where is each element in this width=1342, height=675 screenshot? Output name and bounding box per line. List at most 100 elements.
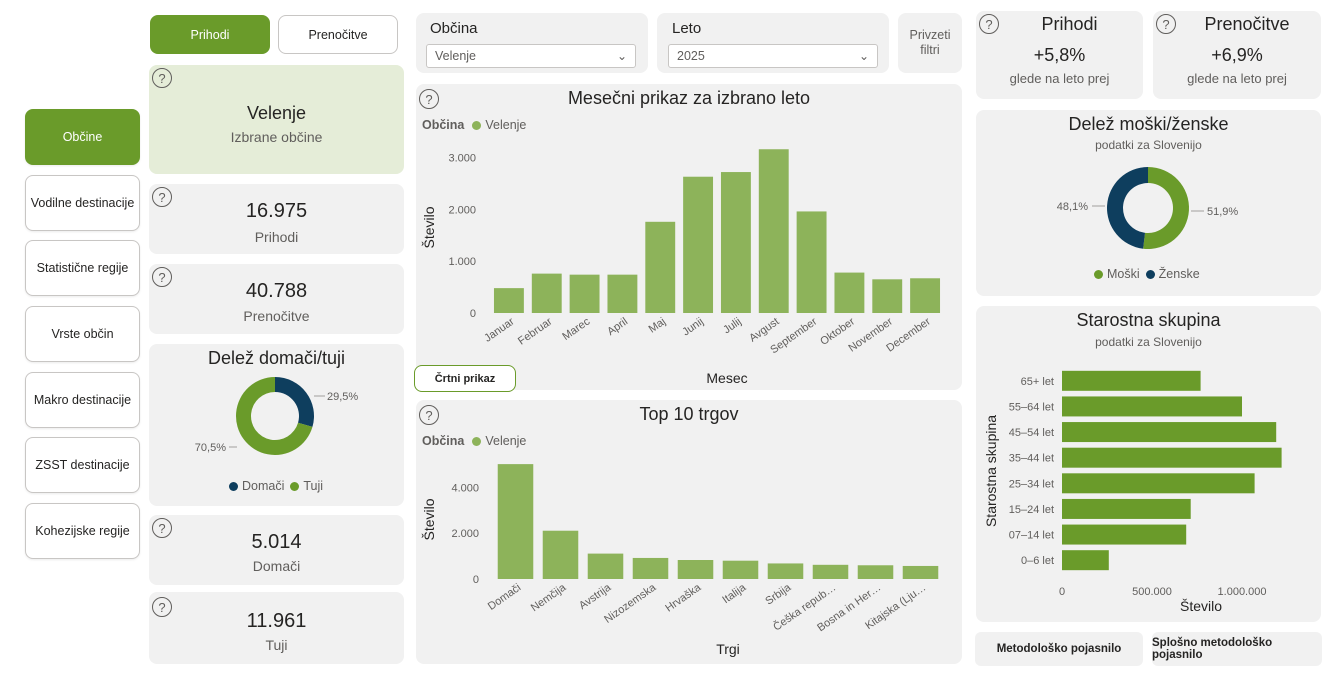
x-tick-label: Domači (486, 582, 523, 613)
bar[interactable] (1062, 447, 1282, 468)
kpi-prihodi-value: 16.975 (245, 200, 308, 222)
y-tick-label: 65+ let (1021, 376, 1054, 388)
y-axis-label: Starostna skupina (983, 415, 999, 527)
bar[interactable] (497, 464, 534, 579)
kpi-prihodi-label: Prihodi (254, 229, 299, 245)
y-tick-label: 3.000 (448, 153, 476, 165)
bar[interactable] (1062, 473, 1255, 494)
y-tick-label: 0 (470, 308, 476, 320)
filter-obcina-select[interactable]: Velenje ⌄ (426, 44, 636, 68)
legend-label-moski: Moški (1107, 267, 1140, 281)
bar[interactable] (493, 288, 524, 313)
bar[interactable] (910, 278, 941, 313)
bar[interactable] (677, 560, 714, 579)
y-axis-label: Število (421, 206, 437, 248)
change-prenocitve-caption: glede na leto prej (1187, 71, 1287, 86)
y-tick-label: 1.000 (448, 256, 476, 268)
kpi-tuji-card: ? 11.961 Tuji (149, 592, 404, 664)
sidebar-item-1[interactable]: Občine (25, 109, 140, 165)
bar[interactable] (767, 563, 804, 579)
kpi-prenocitve-card: ? 40.788 Prenočitve (149, 264, 404, 334)
sidebar-item-6[interactable]: ZSST destinacije (25, 437, 140, 493)
sidebar-item-label: Kohezijske regije (35, 524, 130, 538)
help-icon[interactable]: ? (152, 68, 172, 88)
gender-share-card: Delež moški/ženske podatki za Slovenijo … (976, 110, 1321, 296)
bar[interactable] (1062, 370, 1201, 391)
reset-filters-label-2: filtri (920, 43, 940, 57)
monthly-chart-card: ? Mesečni prikaz za izbrano leto Občina … (416, 84, 962, 390)
y-tick-label: 07–14 let (1009, 530, 1054, 542)
x-tick-label: Nemčija (529, 581, 569, 614)
change-prenocitve-card: ? Prenočitve +6,9% glede na leto prej (1153, 11, 1321, 99)
general-methodology-button[interactable]: Splošno metodološko pojasnilo (1152, 632, 1322, 666)
change-prihodi-title: Prihodi (1041, 14, 1098, 34)
sidebar-item-2[interactable]: Vodilne destinacije (25, 175, 140, 231)
bar[interactable] (1062, 498, 1191, 519)
line-view-toggle-button[interactable]: Črtni prikaz (414, 365, 516, 392)
x-tick-label: Avstrija (577, 581, 614, 612)
bar[interactable] (720, 172, 751, 313)
y-tick-label: 15–24 let (1009, 504, 1054, 516)
bar[interactable] (587, 553, 624, 579)
legend-swatch-tuji (290, 481, 300, 491)
kpi-prihodi-card: ? 16.975 Prihodi (149, 184, 404, 254)
sidebar-item-label: Vrste občin (51, 327, 114, 341)
toggle-prenocitve-button[interactable]: Prenočitve (278, 15, 398, 54)
domestic-foreign-legend: Domači Tuji (229, 479, 323, 493)
bar[interactable] (531, 273, 562, 313)
y-tick-label: 4.000 (451, 482, 479, 494)
x-axis-label: Mesec (706, 370, 747, 386)
reset-filters-button[interactable]: Privzeti filtri (898, 13, 962, 73)
legend-label-tuji: Tuji (303, 479, 324, 493)
donut-slice[interactable] (275, 377, 314, 427)
filter-obcina-card: Občina Velenje ⌄ (416, 13, 648, 73)
bar[interactable] (683, 176, 714, 313)
bar[interactable] (1062, 550, 1109, 571)
y-tick-label: 55–64 let (1009, 401, 1054, 413)
kpi-prenocitve-value: 40.788 (245, 280, 308, 302)
bar[interactable] (722, 560, 759, 579)
bar[interactable] (607, 274, 638, 313)
x-tick-label: Italija (720, 581, 749, 606)
bar[interactable] (645, 221, 676, 313)
y-tick-label: 2.000 (451, 528, 479, 540)
selected-municipality-card: ? Velenje Izbrane občine (149, 65, 404, 174)
x-tick-label: Nizozemska (602, 581, 659, 626)
y-tick-label: 0 (473, 574, 479, 586)
top-markets-bar-chart: 0 2.000 4.000 Domači Nemčija AvstrijaNizozems… (421, 464, 939, 657)
bar[interactable] (872, 279, 903, 313)
x-tick-label: 1.000.000 (1218, 586, 1267, 598)
legend-swatch-domaci (229, 481, 238, 491)
methodology-button[interactable]: Metodološko pojasnilo (975, 632, 1143, 666)
bar[interactable] (1062, 396, 1242, 417)
sidebar-item-3[interactable]: Statistične regije (25, 240, 140, 296)
bar[interactable] (1062, 524, 1187, 545)
bar[interactable] (569, 274, 600, 313)
bar[interactable] (1062, 422, 1277, 443)
sidebar-item-4[interactable]: Vrste občin (25, 306, 140, 362)
slice-label: 48,1% (1057, 201, 1088, 213)
sidebar-item-5[interactable]: Makro destinacije (25, 372, 140, 428)
legend-label-zenske: Ženske (1158, 267, 1200, 281)
donut-slice[interactable] (1143, 167, 1189, 249)
y-tick-label: 25–34 let (1009, 478, 1054, 490)
bar[interactable] (902, 565, 939, 579)
domestic-foreign-share-card: Delež domači/tuji 29,5% 70,5% Domači Tuji (149, 344, 404, 506)
bar[interactable] (632, 557, 669, 579)
bar[interactable] (758, 149, 789, 313)
legend-swatch-zenske (1145, 269, 1155, 279)
donut-slice[interactable] (1107, 167, 1148, 249)
bar[interactable] (857, 565, 894, 579)
filter-leto-select[interactable]: 2025 ⌄ (668, 44, 878, 68)
change-prihodi-card: ? Prihodi +5,8% glede na leto prej (976, 11, 1143, 99)
y-tick-label: 2.000 (448, 204, 476, 216)
bar[interactable] (834, 272, 865, 313)
change-prihodi-value: +5,8% (1033, 45, 1086, 65)
bar[interactable] (796, 211, 827, 313)
bar[interactable] (542, 530, 579, 579)
bar[interactable] (812, 564, 849, 579)
sidebar-item-7[interactable]: Kohezijske regije (25, 503, 140, 559)
x-axis-label: Trgi (716, 641, 740, 657)
x-tick-label: Julij (721, 316, 743, 337)
toggle-prihodi-button[interactable]: Prihodi (150, 15, 270, 54)
